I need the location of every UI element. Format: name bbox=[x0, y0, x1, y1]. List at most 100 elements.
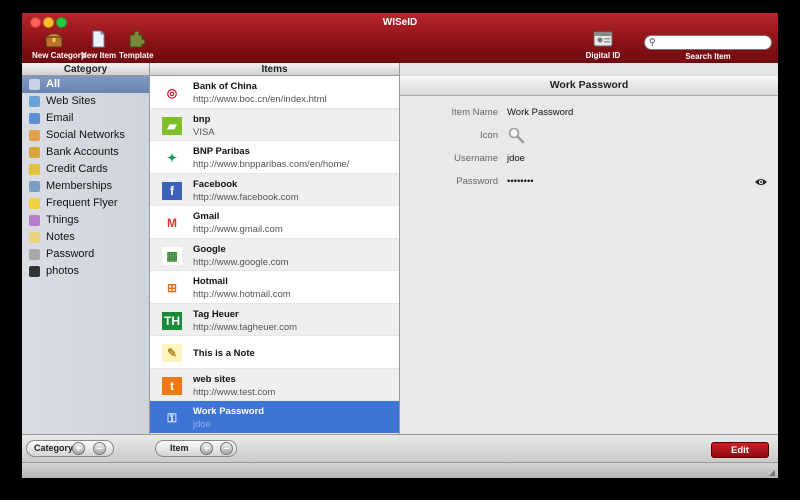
sidebar-item-things[interactable]: Things bbox=[22, 212, 149, 229]
sidebar-item-email[interactable]: Email bbox=[22, 110, 149, 127]
sidebar-item-label: Email bbox=[46, 112, 74, 124]
things-icon bbox=[29, 215, 40, 226]
item-subtitle: http://www.boc.cn/en/index.html bbox=[193, 94, 327, 105]
web-sites-item-icon: t bbox=[162, 376, 182, 395]
item-title: Bank of China bbox=[193, 81, 257, 92]
remove-category-button[interactable]: − bbox=[93, 442, 106, 455]
list-item[interactable]: ✎ This is a Note bbox=[150, 336, 399, 369]
new-category-button[interactable]: New Category bbox=[32, 29, 86, 60]
sidebar-item-label: Bank Accounts bbox=[46, 146, 119, 158]
sidebar-item-frequent-flyer[interactable]: Frequent Flyer bbox=[22, 195, 149, 212]
key-icon: ⚿ bbox=[167, 411, 177, 425]
item-title: Facebook bbox=[193, 178, 238, 190]
sidebar-item-label: Frequent Flyer bbox=[46, 197, 118, 209]
item-subtitle: http://www.facebook.com bbox=[193, 191, 299, 203]
add-category-button[interactable]: + bbox=[72, 442, 85, 455]
search-label: Search Item bbox=[685, 52, 731, 61]
item-subtitle: http://www.bnpparibas.com/en/home/ bbox=[193, 159, 350, 170]
sidebar-item-password[interactable]: Password bbox=[22, 246, 149, 263]
sidebar-item-all[interactable]: All bbox=[22, 76, 149, 93]
web-sites-icon bbox=[29, 96, 40, 107]
list-item[interactable]: ✦ BNP Paribas http://www.bnpparibas.com/en… bbox=[150, 141, 399, 174]
show-password-eye-icon[interactable] bbox=[754, 177, 768, 187]
item-title: BNP Paribas bbox=[193, 146, 250, 157]
password-value[interactable]: •••••••• bbox=[507, 176, 534, 187]
sidebar-item-social-networks[interactable]: Social Networks bbox=[22, 127, 149, 144]
category-column-header: Category bbox=[22, 63, 150, 76]
password-icon bbox=[29, 249, 40, 260]
item-pill: Item + − bbox=[155, 440, 237, 457]
item-title: web sites bbox=[193, 373, 236, 385]
item-subtitle: http://www.tagheuer.com bbox=[193, 321, 298, 333]
edit-button[interactable]: Edit bbox=[711, 442, 769, 458]
item-title: Work Password bbox=[193, 406, 265, 417]
username-label: Username bbox=[454, 153, 498, 164]
list-item[interactable]: M Gmail http://www.gmail.com bbox=[150, 206, 399, 239]
sidebar-item-label: Web Sites bbox=[46, 95, 96, 107]
add-item-button[interactable]: + bbox=[200, 442, 213, 455]
list-item[interactable]: ◎ Bank of China http://www.boc.cn/en/index… bbox=[150, 76, 399, 109]
category-pill-label: Category bbox=[34, 443, 74, 453]
email-icon bbox=[29, 113, 40, 124]
password-label: Password bbox=[456, 176, 498, 187]
new-item-button[interactable]: New Item bbox=[81, 29, 116, 60]
search-field[interactable]: ⚲ bbox=[644, 35, 772, 50]
tag-heuer-icon: TH bbox=[162, 311, 182, 330]
item-subtitle: VISA bbox=[193, 126, 215, 138]
template-label: Template bbox=[119, 51, 154, 60]
list-item[interactable]: ▰ bnp VISA bbox=[150, 108, 399, 141]
item-subtitle: jdoe bbox=[193, 419, 211, 430]
list-item[interactable]: f Facebook http://www.facebook.com bbox=[150, 173, 399, 206]
window-title: WISeID bbox=[382, 17, 418, 28]
sidebar-item-label: Social Networks bbox=[46, 129, 125, 141]
id-card-icon bbox=[593, 31, 613, 47]
sidebar-item-photos[interactable]: photos bbox=[22, 263, 149, 280]
photos-icon bbox=[29, 266, 40, 277]
toolbar: WISeID New Category New Item Template Di… bbox=[22, 13, 778, 63]
username-value[interactable]: jdoe bbox=[507, 153, 525, 164]
resize-grip-icon[interactable]: ◢ bbox=[769, 468, 775, 477]
list-item[interactable]: ▦ Google http://www.google.com bbox=[150, 238, 399, 271]
search-input[interactable] bbox=[661, 36, 761, 49]
sidebar-item-label: Password bbox=[46, 248, 95, 260]
sidebar-item-bank-accounts[interactable]: Bank Accounts bbox=[22, 144, 149, 161]
note-icon: ✎ bbox=[162, 344, 182, 362]
item-title: Gmail bbox=[193, 211, 220, 222]
bnp-paribas-icon: ✦ bbox=[162, 149, 182, 167]
item-title: Tag Heuer bbox=[193, 308, 239, 320]
google-icon: ▦ bbox=[162, 246, 182, 265]
list-item[interactable]: ⊞ Hotmail http://www.hotmail.com bbox=[150, 271, 399, 304]
items-column-header: Items bbox=[150, 63, 400, 76]
digital-id-button[interactable]: Digital ID bbox=[582, 29, 624, 60]
detail-title: Work Password bbox=[400, 76, 778, 96]
sidebar-item-notes[interactable]: Notes bbox=[22, 229, 149, 246]
frequent-flyer-icon bbox=[29, 198, 40, 209]
treasure-chest-icon bbox=[44, 33, 64, 48]
list-item[interactable]: t web sites http://www.test.com bbox=[150, 368, 399, 401]
magnifier-icon[interactable] bbox=[507, 126, 525, 147]
gmail-icon: M bbox=[162, 214, 182, 232]
list-item[interactable]: TH Tag Heuer http://www.tagheuer.com bbox=[150, 303, 399, 336]
sidebar-item-label: All bbox=[46, 78, 61, 90]
item-subtitle: http://www.hotmail.com bbox=[193, 289, 291, 300]
item-subtitle: http://www.test.com bbox=[193, 386, 276, 398]
list-item[interactable]: ⚿ Work Password jdoe bbox=[150, 401, 399, 434]
items-list: ◎ Bank of China http://www.boc.cn/en/index… bbox=[150, 76, 400, 434]
template-button[interactable]: Template bbox=[119, 29, 154, 60]
status-bar: ◢ bbox=[22, 462, 778, 478]
sidebar-item-label: photos bbox=[46, 265, 80, 277]
item-title: Google bbox=[193, 243, 226, 255]
sidebar-item-label: Credit Cards bbox=[46, 163, 108, 175]
item-subtitle: http://www.google.com bbox=[193, 256, 289, 268]
sidebar-item-memberships[interactable]: Memberships bbox=[22, 178, 149, 195]
sidebar-item-credit-cards[interactable]: Credit Cards bbox=[22, 161, 149, 178]
new-category-label: New Category bbox=[32, 51, 86, 60]
facebook-icon: f bbox=[162, 181, 182, 200]
item-subtitle: http://www.gmail.com bbox=[193, 224, 283, 235]
sidebar-item-web-sites[interactable]: Web Sites bbox=[22, 93, 149, 110]
all-icon bbox=[29, 79, 40, 90]
remove-item-button[interactable]: − bbox=[220, 442, 233, 455]
bank-accounts-icon bbox=[29, 147, 40, 158]
item-name-value[interactable]: Work Password bbox=[507, 107, 573, 118]
credit-cards-icon bbox=[29, 164, 40, 175]
